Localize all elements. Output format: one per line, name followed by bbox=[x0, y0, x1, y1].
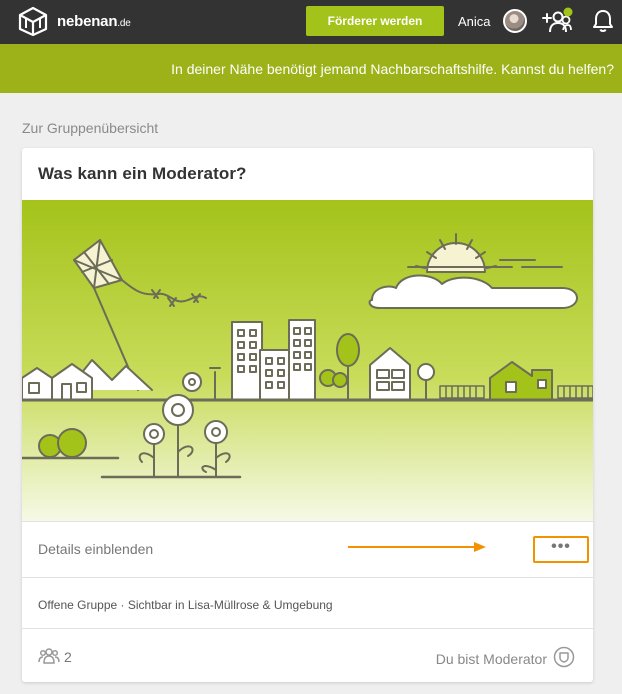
moderator-status-label: Du bist Moderator bbox=[435, 651, 547, 667]
group-title: Was kann ein Moderator? bbox=[38, 164, 247, 183]
group-footer-row: 2 Du bist Moderator bbox=[22, 628, 593, 682]
invite-neighbor-icon[interactable] bbox=[540, 6, 574, 36]
moderator-shield-icon[interactable] bbox=[553, 646, 575, 668]
arrow-right-icon bbox=[348, 542, 486, 552]
show-details-link[interactable]: Details einblenden bbox=[38, 541, 153, 557]
brand-name: nebenan.de bbox=[57, 12, 131, 30]
group-info-row: Offene Gruppe · Sichtbar in Lisa-Müllros… bbox=[22, 577, 593, 628]
more-options-button[interactable]: ••• bbox=[533, 536, 589, 563]
help-request-banner[interactable]: In deiner Nähe benötigt jemand Nachbarsc… bbox=[0, 44, 622, 93]
details-row: Details einblenden ••• bbox=[22, 521, 593, 577]
group-card: Was kann ein Moderator? Details einblend… bbox=[22, 148, 593, 682]
brand-logo[interactable]: nebenan.de bbox=[18, 6, 131, 36]
group-cover-illustration bbox=[22, 200, 593, 521]
group-visibility-info: Offene Gruppe · Sichtbar in Lisa-Müllros… bbox=[38, 598, 333, 612]
bell-icon[interactable] bbox=[592, 9, 614, 33]
house-logo-icon bbox=[18, 6, 48, 36]
member-count: 2 bbox=[64, 649, 72, 665]
members-icon[interactable] bbox=[38, 647, 60, 665]
top-navigation-bar: nebenan.de Förderer werden Anica bbox=[0, 0, 622, 44]
user-name[interactable]: Anica bbox=[458, 14, 491, 29]
become-supporter-button[interactable]: Förderer werden bbox=[306, 6, 444, 36]
banner-text: In deiner Nähe benötigt jemand Nachbarsc… bbox=[171, 61, 614, 77]
back-to-groups-link[interactable]: Zur Gruppenübersicht bbox=[22, 120, 158, 136]
avatar[interactable] bbox=[503, 9, 527, 33]
